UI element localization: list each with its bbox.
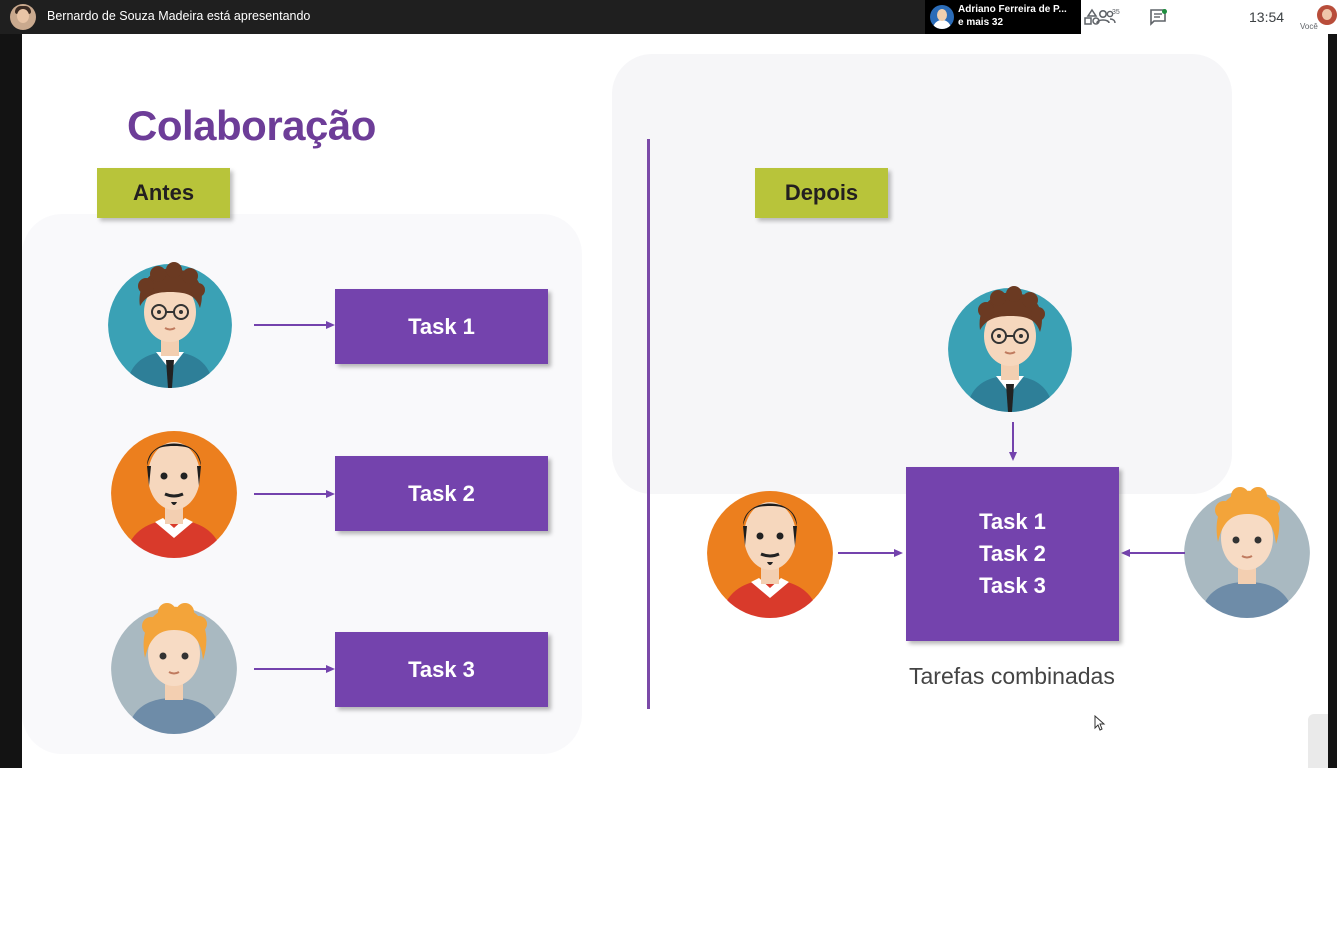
self-avatar[interactable]	[1317, 5, 1337, 25]
slide-title: Colaboração	[127, 102, 376, 149]
presenter-status: Bernardo de Souza Madeira está apresenta…	[47, 9, 311, 23]
empty-area	[0, 768, 1337, 931]
slide-edge-shadow	[1308, 714, 1328, 768]
arrow-right	[254, 321, 335, 329]
avatar-glasses	[948, 286, 1072, 412]
combined-task-2: Task 2	[979, 541, 1046, 566]
task-box: Task 3	[335, 632, 548, 707]
arrow-down	[1009, 422, 1017, 461]
task-box: Task 2	[335, 456, 548, 531]
presentation-stage: Colaboração Antes Depois Task 1 Task 2 T…	[0, 34, 1337, 768]
activities-icon	[1084, 8, 1100, 25]
arrow-left	[1121, 549, 1185, 557]
people-count: 35	[1112, 9, 1120, 16]
arrow-right	[254, 490, 335, 498]
activities-button[interactable]	[1081, 5, 1103, 29]
participant-avatar	[930, 5, 954, 29]
combined-task-3: Task 3	[979, 573, 1046, 598]
before-badge: Antes	[97, 168, 230, 218]
clock: 13:54	[1249, 9, 1285, 25]
participant-name: Adriano Ferreira de P...	[958, 4, 1067, 15]
combined-task-box: Task 1 Task 2 Task 3	[906, 467, 1119, 641]
arrow-right	[838, 549, 903, 557]
avatar-beard	[111, 431, 237, 558]
section-divider	[647, 139, 650, 709]
combined-task-1: Task 1	[979, 509, 1046, 534]
task-box: Task 1	[335, 289, 548, 364]
arrow-right	[254, 665, 335, 673]
avatar-beard	[707, 491, 833, 618]
you-label: Você	[1300, 22, 1318, 31]
avatar-blonde	[1184, 487, 1310, 618]
participant-more: e mais 32	[958, 17, 1004, 28]
combined-caption: Tarefas combinadas	[909, 663, 1115, 689]
slide: Colaboração Antes Depois Task 1 Task 2 T…	[22, 34, 1328, 768]
avatar-blonde	[111, 603, 237, 734]
meeting-top-bar: Bernardo de Souza Madeira está apresenta…	[0, 0, 1337, 34]
after-badge: Depois	[755, 168, 888, 218]
mouse-cursor-icon	[1094, 715, 1106, 731]
presenter-avatar	[10, 4, 36, 30]
participants-chip[interactable]: Adriano Ferreira de P... e mais 32	[925, 0, 1081, 34]
avatar-glasses	[108, 262, 232, 388]
meeting-controls: 35 13:54 Você	[1081, 0, 1337, 34]
chat-notification-dot	[1162, 9, 1167, 14]
